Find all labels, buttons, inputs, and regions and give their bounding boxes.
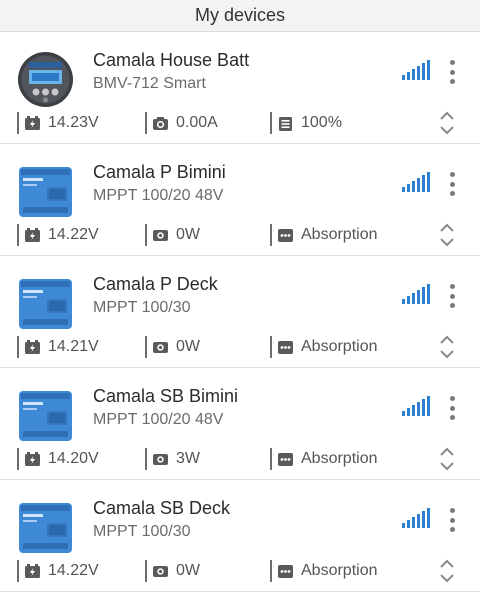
solar-icon [153, 229, 168, 241]
device-name: Camala P Deck [93, 274, 218, 294]
signal-strength-icon [402, 508, 430, 528]
dots-icon [278, 340, 293, 354]
solar-power-stat: 0W [145, 224, 200, 246]
bmv-monitor-thumbnail [18, 52, 73, 107]
more-options-icon[interactable] [446, 508, 458, 532]
battery-icon [25, 563, 40, 578]
more-options-icon[interactable] [446, 284, 458, 308]
device-list: Camala House Batt BMV-712 Smart 14.23V 0… [0, 32, 480, 595]
device-model: MPPT 100/20 48V [93, 187, 224, 204]
soc-stat: 100% [270, 112, 342, 134]
battery-icon [25, 339, 40, 354]
charge-state-value: Absorption [301, 338, 378, 355]
solar-power-value: 0W [176, 562, 200, 579]
device-name: Camala House Batt [93, 50, 250, 70]
signal-strength-icon [402, 396, 430, 416]
voltage-stat: 14.21V [17, 336, 99, 358]
device-model: MPPT 100/20 48V [93, 411, 224, 428]
camera-icon [153, 116, 168, 130]
expand-toggle-icon[interactable] [438, 558, 456, 584]
solar-icon [153, 565, 168, 577]
notepad-icon [279, 116, 292, 131]
solar-icon [153, 453, 168, 465]
expand-toggle-icon[interactable] [438, 334, 456, 360]
device-model: MPPT 100/30 [93, 523, 191, 540]
device-name: Camala P Bimini [93, 162, 226, 182]
voltage-value: 14.23V [48, 114, 99, 131]
battery-icon [25, 115, 40, 130]
device-model: BMV-712 Smart [93, 75, 206, 92]
solar-power-value: 0W [176, 226, 200, 243]
solar-power-stat: 0W [145, 336, 200, 358]
battery-icon [25, 227, 40, 242]
device-card[interactable]: Camala P Bimini MPPT 100/20 48V 14.22V 0… [0, 144, 480, 256]
voltage-value: 14.21V [48, 338, 99, 355]
device-card[interactable]: Camala House Batt BMV-712 Smart 14.23V 0… [0, 32, 480, 144]
expand-toggle-icon[interactable] [438, 446, 456, 472]
dots-icon [278, 564, 293, 578]
expand-toggle-icon[interactable] [438, 222, 456, 248]
current-stat: 0.00A [145, 112, 218, 134]
device-card[interactable]: Camala SB Bimini MPPT 100/20 48V 14.20V [0, 368, 480, 480]
solar-icon [153, 341, 168, 353]
voltage-stat: 14.22V [17, 560, 99, 582]
device-card[interactable]: Camala SB Deck MPPT 100/30 14.22V 0W Abs… [0, 480, 480, 592]
charge-state-stat: Absorption [270, 560, 378, 582]
voltage-stat: 14.22V [17, 224, 99, 246]
dots-icon [278, 452, 293, 466]
mppt-charger-thumbnail [19, 503, 72, 553]
signal-strength-icon [402, 284, 430, 304]
mppt-charger-thumbnail [19, 167, 72, 217]
dots-icon [278, 228, 293, 242]
charge-state-stat: Absorption [270, 336, 378, 358]
voltage-value: 14.20V [48, 450, 99, 467]
mppt-charger-thumbnail [19, 279, 72, 329]
device-name: Camala SB Bimini [93, 386, 239, 406]
solar-power-stat: 0W [145, 560, 200, 582]
device-model: MPPT 100/30 [93, 299, 191, 316]
voltage-value: 14.22V [48, 562, 99, 579]
more-options-icon[interactable] [446, 396, 458, 420]
soc-value: 100% [301, 114, 342, 131]
solar-power-stat: 3W [145, 448, 200, 470]
page-title: My devices [194, 5, 286, 25]
solar-power-value: 0W [176, 338, 200, 355]
device-name: Camala SB Deck [93, 498, 231, 518]
more-options-icon[interactable] [446, 60, 458, 84]
charge-state-value: Absorption [301, 226, 378, 243]
charge-state-value: Absorption [301, 562, 378, 579]
solar-power-value: 3W [176, 450, 200, 467]
charge-state-stat: Absorption [270, 448, 378, 470]
current-value: 0.00A [176, 114, 218, 131]
signal-strength-icon [402, 60, 430, 80]
more-options-icon[interactable] [446, 172, 458, 196]
expand-toggle-icon[interactable] [438, 110, 456, 136]
app-header: My devices [0, 0, 480, 32]
battery-icon [25, 451, 40, 466]
voltage-value: 14.22V [48, 226, 99, 243]
charge-state-value: Absorption [301, 450, 378, 467]
voltage-stat: 14.23V [17, 112, 99, 134]
signal-strength-icon [402, 172, 430, 192]
charge-state-stat: Absorption [270, 224, 378, 246]
voltage-stat: 14.20V [17, 448, 99, 470]
mppt-charger-thumbnail [19, 391, 72, 441]
device-card[interactable]: Camala P Deck MPPT 100/30 14.21V 0W Abso… [0, 256, 480, 368]
